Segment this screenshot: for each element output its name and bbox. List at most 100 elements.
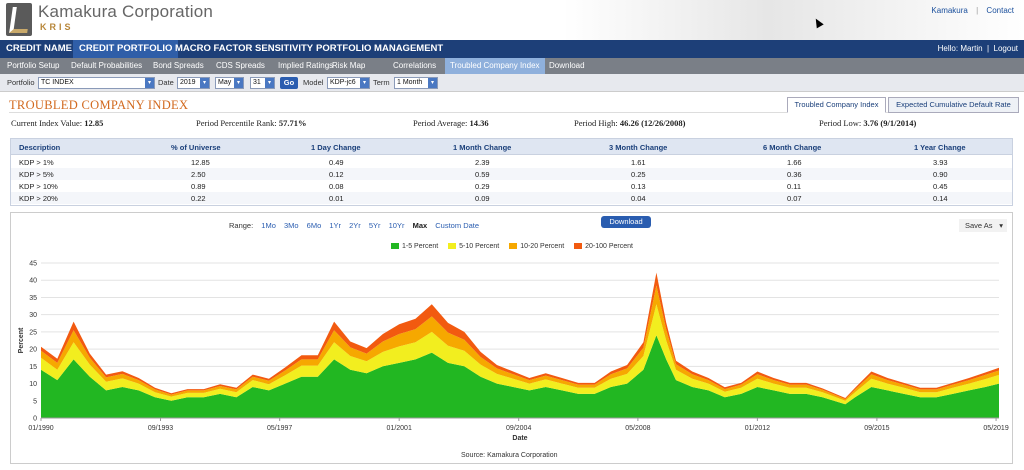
page-title: TROUBLED COMPANY INDEX xyxy=(9,98,189,112)
stat-percentile-rank: Period Percentile Rank: 57.71% xyxy=(196,118,306,128)
nav-credit-portfolio[interactable]: CREDIT PORTFOLIO xyxy=(73,40,179,58)
y-tick-label: 30 xyxy=(29,312,37,319)
mouse-cursor-icon xyxy=(812,16,824,29)
table-cell: 0.45 xyxy=(933,182,948,191)
table-cell: 1.61 xyxy=(631,158,646,167)
stat-percentile-value: 57.71% xyxy=(278,118,307,128)
stat-current-value: 12.85 xyxy=(84,118,104,128)
table-cell: 0.11 xyxy=(787,182,802,191)
table-cell: 0.04 xyxy=(631,194,646,203)
stat-period-high: Period High: 46.26 (12/26/2008) xyxy=(574,118,685,128)
y-tick-label: 15 xyxy=(29,364,37,371)
stat-low-label: Period Low: xyxy=(819,118,862,128)
table-row: KDP > 20% 0.22 0.01 0.09 0.04 0.07 0.14 xyxy=(11,192,1012,204)
kamakura-link[interactable]: Kamakura xyxy=(931,6,967,15)
main-nav: CREDIT NAME CREDIT PORTFOLIO MACRO FACTO… xyxy=(0,40,1024,58)
subnav-bond-spreads[interactable]: Bond Spreads xyxy=(148,58,209,74)
sub-nav: Portfolio Setup Default Probabilities Bo… xyxy=(0,58,1024,74)
chevron-down-icon: ▾ xyxy=(234,78,243,88)
stat-current-label: Current Index Value: xyxy=(11,118,83,128)
day-select-value: 31 xyxy=(253,79,261,86)
y-tick-label: 45 xyxy=(29,261,37,268)
subnav-cds-spreads[interactable]: CDS Spreads xyxy=(211,58,270,74)
filter-bar: Portfolio TC INDEX ▾ Date 2019 ▾ May ▾ 3… xyxy=(0,74,1024,92)
nav-credit-name[interactable]: CREDIT NAME xyxy=(0,40,78,58)
col-6-month-change: 6 Month Change xyxy=(763,143,822,152)
chevron-down-icon: ▾ xyxy=(145,78,154,88)
table-cell: 0.25 xyxy=(631,170,646,179)
table-cell: 0.90 xyxy=(933,170,948,179)
table-cell: 0.08 xyxy=(329,182,344,191)
x-tick-label: 09/2004 xyxy=(506,425,531,432)
chart-source: Source: Kamakura Corporation xyxy=(461,452,558,459)
model-select-value: KDP-jc6 xyxy=(330,79,356,86)
y-tick-label: 20 xyxy=(29,347,37,354)
table-cell: 0.12 xyxy=(329,170,344,179)
tab-expected-cumulative-default-rate[interactable]: Expected Cumulative Default Rate xyxy=(888,97,1019,113)
y-tick-label: 25 xyxy=(29,329,37,336)
user-area: Hello: Martin | Logout xyxy=(938,40,1018,58)
col-3-month-change: 3 Month Change xyxy=(609,143,668,152)
tab-troubled-company-index[interactable]: Troubled Company Index xyxy=(787,97,886,113)
table-cell: 0.09 xyxy=(475,194,490,203)
model-select[interactable]: KDP-jc6 ▾ xyxy=(327,77,370,89)
x-tick-label: 05/1997 xyxy=(267,425,292,432)
table-cell: KDP > 10% xyxy=(19,182,58,191)
portfolio-select[interactable]: TC INDEX ▾ xyxy=(38,77,155,89)
month-select[interactable]: May ▾ xyxy=(215,77,244,89)
table-cell: 1.66 xyxy=(787,158,802,167)
stat-period-average: Period Average: 14.36 xyxy=(413,118,489,128)
y-tick-label: 0 xyxy=(33,416,37,423)
subnav-default-probabilities[interactable]: Default Probabilities xyxy=(66,58,147,74)
top-links: Kamakura | Contact xyxy=(925,6,1014,15)
month-select-value: May xyxy=(218,79,232,86)
portfolio-label: Portfolio xyxy=(7,78,35,87)
logout-link[interactable]: Logout xyxy=(994,44,1018,53)
term-label: Term xyxy=(373,78,390,87)
stat-high-value: 46.26 (12/26/2008) xyxy=(619,118,686,128)
kamakura-logo-icon[interactable] xyxy=(6,3,32,36)
chevron-down-icon: ▾ xyxy=(200,78,209,88)
nav-macro-factor-sensitivity[interactable]: MACRO FACTOR SENSITIVITY xyxy=(169,40,319,58)
nav-portfolio-management[interactable]: PORTFOLIO MANAGEMENT xyxy=(310,40,449,58)
contact-link[interactable]: Contact xyxy=(986,6,1014,15)
table-cell: 0.13 xyxy=(631,182,646,191)
y-tick-label: 5 xyxy=(33,398,37,405)
y-tick-label: 10 xyxy=(29,381,37,388)
table-cell: KDP > 20% xyxy=(19,194,58,203)
stat-high-label: Period High: xyxy=(574,118,618,128)
year-select[interactable]: 2019 ▾ xyxy=(177,77,210,89)
stat-average-value: 14.36 xyxy=(469,118,489,128)
table-row: KDP > 5% 2.50 0.12 0.59 0.25 0.36 0.90 xyxy=(11,168,1012,180)
table-cell: 12.85 xyxy=(191,158,210,167)
y-axis-title: Percent xyxy=(18,327,25,353)
table-cell: 0.29 xyxy=(475,182,490,191)
subnav-download[interactable]: Download xyxy=(544,58,590,74)
subnav-risk-map[interactable]: Risk Map xyxy=(327,58,370,74)
y-tick-label: 35 xyxy=(29,295,37,302)
col-description: Description xyxy=(19,143,61,152)
term-select[interactable]: 1 Month ▾ xyxy=(394,77,438,89)
brand-subtitle: KRIS xyxy=(40,22,74,32)
day-select[interactable]: 31 ▾ xyxy=(250,77,275,89)
year-select-value: 2019 xyxy=(180,79,196,86)
link-separator: | xyxy=(976,6,979,15)
go-button[interactable]: Go xyxy=(280,77,298,89)
x-tick-label: 09/2015 xyxy=(864,425,889,432)
table-cell: 0.22 xyxy=(191,194,206,203)
table-cell: 2.39 xyxy=(475,158,490,167)
brand-name: Kamakura Corporation xyxy=(38,2,214,21)
chart-panel: Range: 1Mo 3Mo 6Mo 1Yr 2Yr 5Yr 10Yr Max … xyxy=(10,212,1013,464)
table-cell: 0.59 xyxy=(475,170,490,179)
chevron-down-icon: ▾ xyxy=(265,78,274,88)
chevron-down-icon: ▾ xyxy=(428,78,437,88)
table-header: Description % of Universe 1 Day Change 1… xyxy=(11,139,1012,155)
table-cell: KDP > 1% xyxy=(19,158,54,167)
subnav-portfolio-setup[interactable]: Portfolio Setup xyxy=(2,58,64,74)
subnav-troubled-company-index[interactable]: Troubled Company Index xyxy=(445,58,545,74)
table-cell: 0.36 xyxy=(787,170,802,179)
stat-percentile-label: Period Percentile Rank: xyxy=(196,118,277,128)
x-tick-label: 09/1993 xyxy=(148,425,173,432)
subnav-correlations[interactable]: Correlations xyxy=(388,58,441,74)
x-tick-label: 05/2008 xyxy=(625,425,650,432)
